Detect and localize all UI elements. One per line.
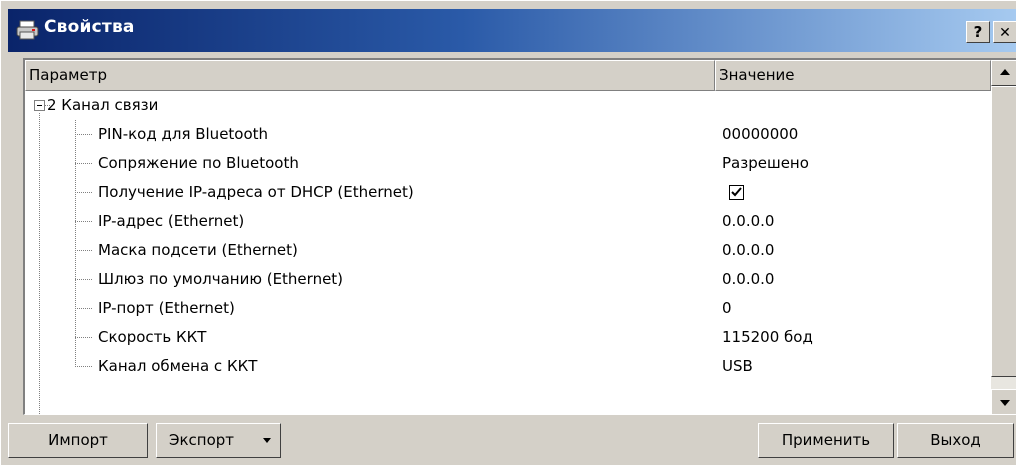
table-row[interactable]: Маска подсети (Ethernet) 0.0.0.0 <box>25 236 989 265</box>
scroll-down-button[interactable] <box>991 389 1016 414</box>
table-row[interactable]: Канал обмена с ККТ USB <box>25 352 989 381</box>
dhcp-checkbox[interactable] <box>729 185 744 200</box>
close-button[interactable]: ✕ <box>993 21 1016 43</box>
group-label: 2 Канал связи <box>47 96 159 114</box>
exit-button[interactable]: Выход <box>897 423 1014 458</box>
table-row[interactable]: Получение IP-адреса от DHCP (Ethernet) <box>25 178 989 207</box>
window-title: Свойства <box>44 17 135 37</box>
title-bar[interactable]: Свойства ? ✕ <box>8 9 1016 52</box>
arrow-up-icon <box>1000 69 1010 75</box>
row-value[interactable]: 0.0.0.0 <box>722 207 774 236</box>
help-button[interactable]: ? <box>966 21 990 43</box>
row-value[interactable]: 115200 бод <box>722 323 813 352</box>
row-value[interactable]: USB <box>722 352 753 381</box>
export-label: Экспорт <box>169 431 235 449</box>
row-value[interactable]: 0.0.0.0 <box>722 265 774 294</box>
vertical-scrollbar[interactable] <box>991 60 1016 414</box>
printer-icon <box>16 19 40 41</box>
table-row[interactable]: PIN-код для Bluetooth 00000000 <box>25 120 989 149</box>
property-grid[interactable]: Параметр Значение 2 Канал связи PIN-код … <box>23 58 1016 415</box>
table-row[interactable]: Сопряжение по Bluetooth Разрешено <box>25 149 989 178</box>
table-row[interactable]: IP-порт (Ethernet) 0 <box>25 294 989 323</box>
scroll-thumb[interactable] <box>991 86 1016 377</box>
row-name: PIN-код для Bluetooth <box>98 125 269 143</box>
row-name: Скорость ККТ <box>98 328 207 346</box>
table-row[interactable]: Шлюз по умолчанию (Ethernet) 0.0.0.0 <box>25 265 989 294</box>
export-button[interactable]: Экспорт <box>156 423 281 458</box>
apply-button[interactable]: Применить <box>758 423 894 458</box>
column-header-parameter[interactable]: Параметр <box>25 60 715 91</box>
row-value[interactable]: 00000000 <box>722 120 798 149</box>
tree-group-channel[interactable]: 2 Канал связи <box>25 91 989 120</box>
dropdown-arrow-icon <box>263 438 271 443</box>
column-header-value[interactable]: Значение <box>715 60 991 91</box>
row-name: Сопряжение по Bluetooth <box>98 154 299 172</box>
row-name: Маска подсети (Ethernet) <box>98 241 298 259</box>
import-button[interactable]: Импорт <box>8 423 148 458</box>
close-icon: ✕ <box>999 25 1011 41</box>
row-name: IP-порт (Ethernet) <box>98 299 235 317</box>
row-name: Получение IP-адреса от DHCP (Ethernet) <box>98 183 414 201</box>
scroll-up-button[interactable] <box>991 60 1016 86</box>
row-value[interactable]: 0.0.0.0 <box>722 236 774 265</box>
row-name: Шлюз по умолчанию (Ethernet) <box>98 270 344 288</box>
row-name: IP-адрес (Ethernet) <box>98 212 245 230</box>
arrow-down-icon <box>1000 400 1010 406</box>
row-value[interactable]: Разрешено <box>722 149 809 178</box>
row-value[interactable]: 0 <box>722 294 732 323</box>
table-row[interactable]: IP-адрес (Ethernet) 0.0.0.0 <box>25 207 989 236</box>
properties-dialog: Свойства ? ✕ Параметр Значение 2 Канал с… <box>0 0 1016 465</box>
table-row[interactable]: Скорость ККТ 115200 бод <box>25 323 989 352</box>
row-name: Канал обмена с ККТ <box>98 357 258 375</box>
checkmark-icon <box>731 187 742 197</box>
